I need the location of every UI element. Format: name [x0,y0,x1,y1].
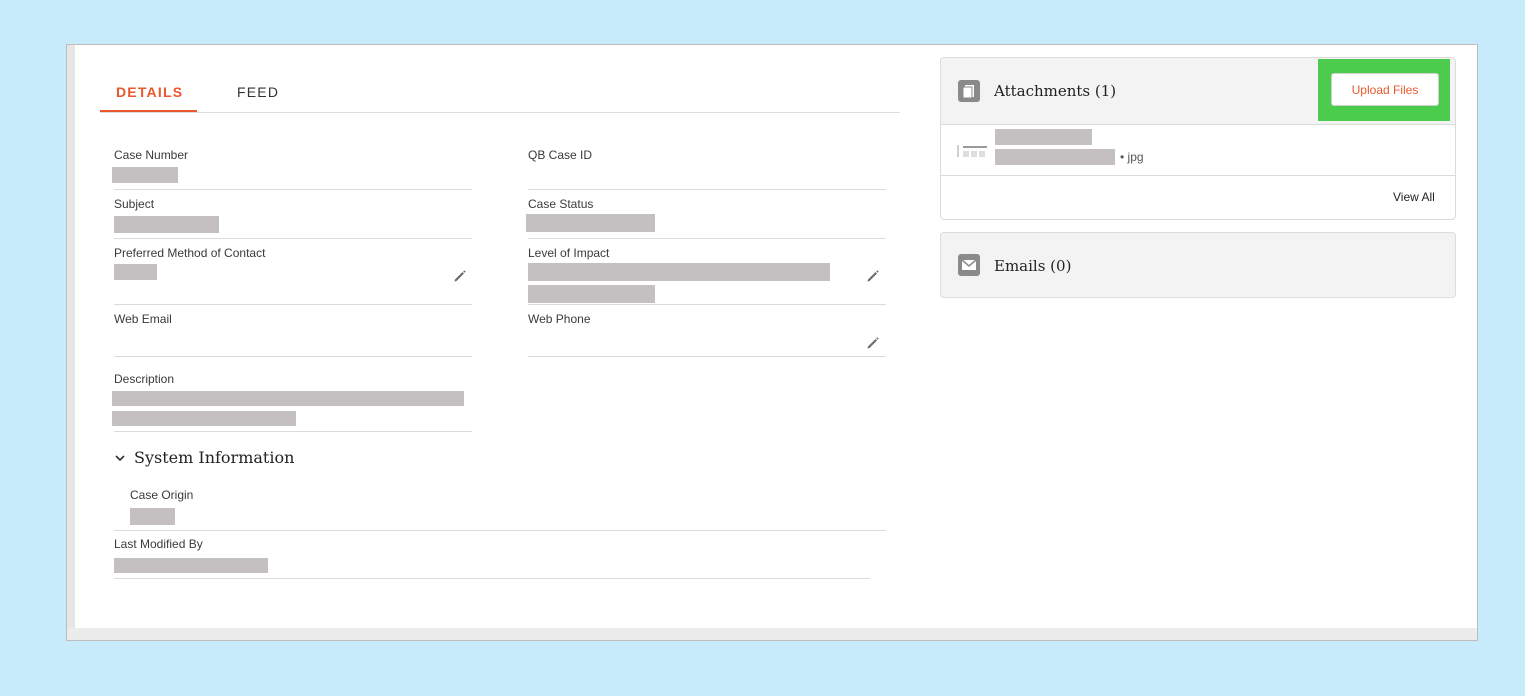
web-phone-label: Web Phone [528,312,591,326]
field-divider [528,356,886,357]
chevron-down-icon [115,454,125,461]
level-of-impact-value-line-2 [528,285,655,303]
attachments-title: Attachments (1) [994,82,1117,100]
level-of-impact-value-line-1 [528,263,830,281]
case-number-value [112,167,178,183]
card-divider [941,175,1455,176]
field-divider [114,304,472,305]
case-origin-label: Case Origin [130,488,194,502]
email-icon [958,254,980,276]
level-of-impact-label: Level of Impact [528,246,610,260]
field-divider [528,238,886,239]
last-modified-by-label: Last Modified By [114,537,203,551]
pencil-icon[interactable] [866,269,880,283]
pencil-icon[interactable] [866,336,880,350]
tab-divider [100,112,900,113]
web-email-label: Web Email [114,312,172,326]
case-origin-value [130,508,175,525]
field-divider [114,431,472,432]
attachment-extension: • jpg [1120,150,1144,164]
field-divider [114,530,886,531]
preferred-contact-label: Preferred Method of Contact [114,246,266,260]
system-information-title: System Information [134,448,295,467]
frame-left-edge [67,45,75,640]
preferred-contact-value [114,264,157,280]
case-status-label: Case Status [528,197,594,211]
file-icon [958,80,980,102]
upload-files-button[interactable]: Upload Files [1331,73,1439,106]
qb-case-id-label: QB Case ID [528,148,593,162]
system-information-toggle[interactable]: System Information [114,448,294,467]
field-divider [114,189,472,190]
description-value-line-1 [112,391,464,406]
subject-label: Subject [114,197,155,211]
case-status-value [526,214,655,232]
attachment-meta [995,149,1115,165]
tab-feed[interactable]: FEED [237,84,279,100]
pencil-icon[interactable] [453,269,467,283]
frame-bottom-edge [67,628,1477,640]
description-value-line-2 [112,411,296,426]
field-divider [528,304,886,305]
field-divider [114,578,870,579]
field-divider [528,189,886,190]
field-divider [114,356,472,357]
tab-details[interactable]: DETAILS [116,84,183,100]
case-number-label: Case Number [114,148,189,162]
last-modified-by-value [114,558,268,573]
view-all-link[interactable]: View All [1393,190,1435,204]
field-divider [114,238,472,239]
subject-value [114,216,219,233]
emails-title: Emails (0) [994,257,1072,275]
image-thumbnail-icon[interactable] [957,143,989,159]
description-label: Description [114,372,175,386]
attachment-name[interactable] [995,129,1092,145]
